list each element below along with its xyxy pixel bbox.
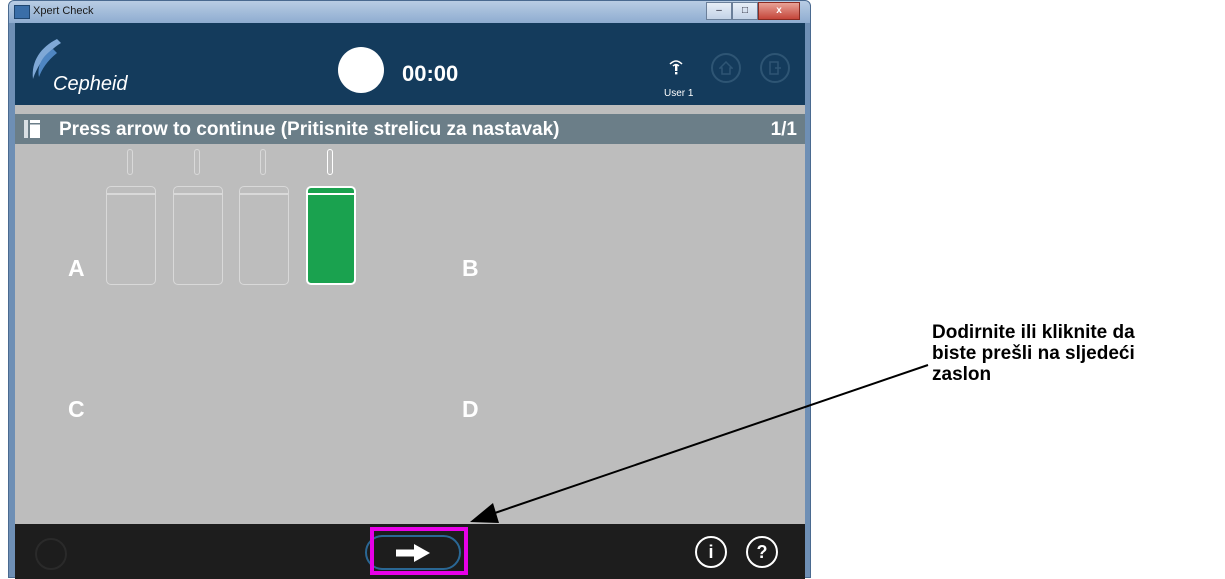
quadrant-d-label: D xyxy=(462,396,479,422)
app-icon xyxy=(14,5,30,19)
refresh-icon xyxy=(35,538,67,570)
info-button[interactable]: i xyxy=(695,536,727,568)
next-button-highlight xyxy=(370,527,468,575)
module-3[interactable] xyxy=(239,186,289,285)
instruction-bar: Press arrow to continue (Pritisnite stre… xyxy=(15,114,805,144)
quadrant-b-label: B xyxy=(462,255,479,281)
header: Cepheid 00:00 User 1 xyxy=(15,23,805,105)
app-content: Cepheid 00:00 User 1 Press arrow to cont… xyxy=(15,23,805,579)
module-2[interactable] xyxy=(173,186,223,285)
window-controls: – □ x xyxy=(706,2,800,20)
home-icon xyxy=(719,61,733,75)
wifi-warning-icon xyxy=(669,60,683,75)
quadrant-c-label: C xyxy=(68,396,85,422)
quadrant-a-label: A xyxy=(68,255,85,281)
help-button[interactable]: ? xyxy=(746,536,778,568)
page-count: 1/1 xyxy=(770,119,797,140)
exit-button[interactable] xyxy=(760,53,790,83)
module-4-cap xyxy=(327,149,333,175)
instrument-icon xyxy=(24,120,40,138)
callout-line-2: biste prešli na sljedeći xyxy=(932,343,1135,364)
home-button[interactable] xyxy=(711,53,741,83)
module-1-cap xyxy=(127,149,133,175)
module-2-cap xyxy=(194,149,200,175)
module-3-cap xyxy=(260,149,266,175)
user-label: User 1 xyxy=(664,88,694,99)
callout-text: Dodirnite ili kliknite da biste prešli n… xyxy=(932,322,1135,385)
minimize-button[interactable]: – xyxy=(706,2,732,20)
callout-line-3: zaslon xyxy=(932,364,992,385)
title-bar[interactable]: Xpert Check – □ x xyxy=(9,1,810,23)
callout-line-1: Dodirnite ili kliknite da xyxy=(932,322,1135,343)
module-area: A B C D xyxy=(15,144,805,524)
status-indicator xyxy=(338,47,384,93)
close-button[interactable]: x xyxy=(758,2,800,20)
exit-icon xyxy=(769,61,781,75)
app-window: Xpert Check – □ x Cepheid 00:00 User 1 P… xyxy=(8,0,811,579)
module-4-active[interactable] xyxy=(306,186,356,285)
window-title: Xpert Check xyxy=(33,5,94,17)
module-1[interactable] xyxy=(106,186,156,285)
timer: 00:00 xyxy=(402,61,459,86)
maximize-button[interactable]: □ xyxy=(732,2,758,20)
instruction-text: Press arrow to continue (Pritisnite stre… xyxy=(59,119,560,140)
logo-text: Cepheid xyxy=(53,73,128,95)
